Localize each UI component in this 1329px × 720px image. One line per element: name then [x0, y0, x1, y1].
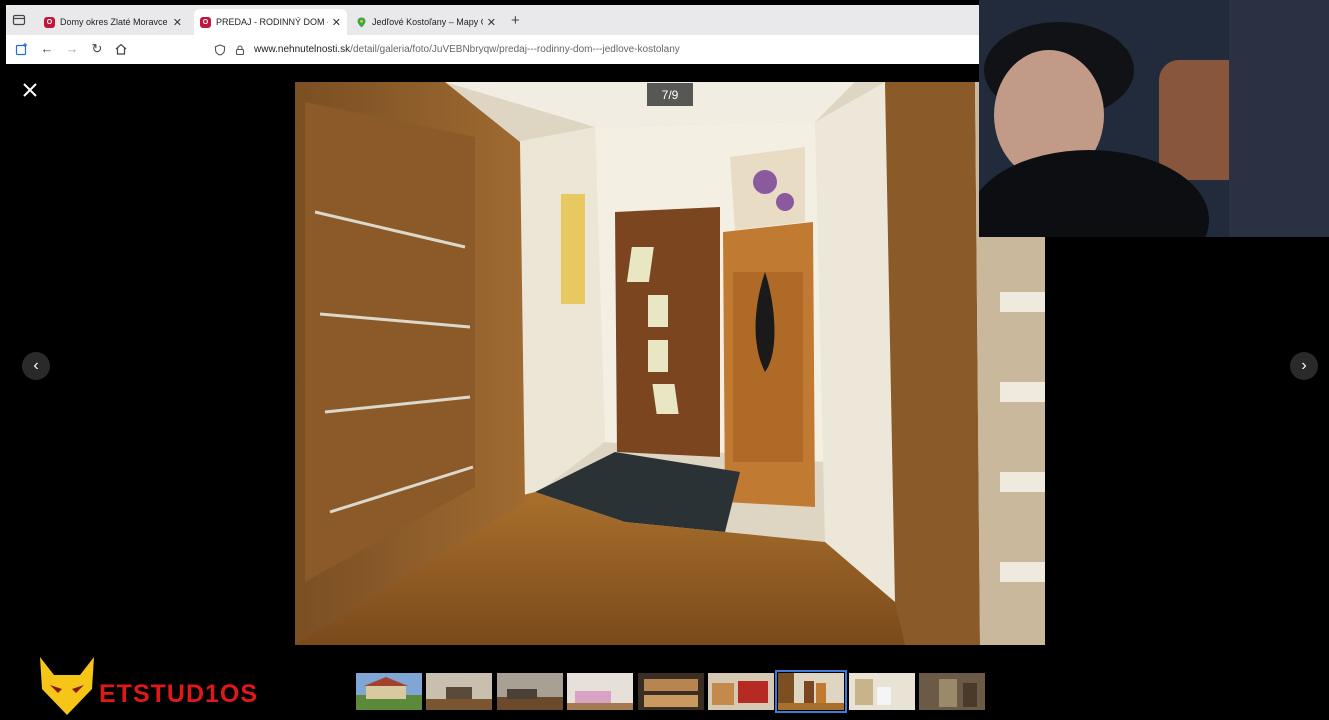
forward-icon[interactable]: →: [65, 42, 79, 56]
thumbnail-bedroom[interactable]: [497, 673, 563, 710]
tab-overview-icon[interactable]: [12, 13, 26, 27]
close-tab-icon[interactable]: ✕: [487, 16, 496, 29]
browser-window: O Domy okres Zlaté Moravce - po ✕ O PRED…: [6, 5, 979, 64]
tab-domy[interactable]: O Domy okres Zlaté Moravce - po ✕: [38, 9, 188, 35]
address-bar[interactable]: www.nehnutelnosti.sk/detail/galeria/foto…: [214, 39, 974, 60]
tab-label: PREDAJ - RODINNÝ DOM - JED: [216, 17, 328, 27]
thumbnail-kitchen[interactable]: [638, 673, 704, 710]
url-host: www.nehnutelnosti.sk: [254, 44, 351, 55]
reload-icon[interactable]: ↻: [90, 42, 104, 56]
thumbnail-boiler-room[interactable]: [919, 673, 985, 710]
home-icon[interactable]: [114, 42, 128, 56]
screen: O Domy okres Zlaté Moravce - po ✕ O PRED…: [0, 0, 1329, 720]
previous-photo-button[interactable]: ‹: [22, 352, 50, 380]
thumbnail-hallway[interactable]: [775, 670, 847, 713]
photo-counter: 7/9: [647, 83, 693, 106]
tab-mapy[interactable]: Jedľové Kostoľany – Mapy Goo ✕: [350, 9, 502, 35]
fox-logo-icon: [40, 657, 94, 715]
next-photo-button[interactable]: ›: [1290, 352, 1318, 380]
lock-icon[interactable]: [234, 44, 246, 56]
close-gallery-button[interactable]: [20, 80, 40, 100]
nehnutelnosti-favicon-icon: O: [200, 16, 211, 28]
google-maps-favicon-icon: [356, 17, 367, 28]
back-icon[interactable]: ←: [40, 42, 54, 56]
tab-label: Domy okres Zlaté Moravce - po: [60, 17, 169, 27]
chevron-right-icon: ›: [1301, 357, 1307, 374]
close-icon: [23, 83, 37, 97]
tab-label: Jedľové Kostoľany – Mapy Goo: [372, 17, 483, 27]
thumbnail-kids-room[interactable]: [567, 673, 633, 710]
logo-text: ETSTUD1OS: [99, 680, 259, 708]
shield-icon[interactable]: [214, 43, 226, 56]
thumbnail-house-exterior[interactable]: [356, 673, 422, 710]
thumbnail-bathroom[interactable]: [849, 673, 915, 710]
new-tab-icon[interactable]: +: [511, 12, 520, 29]
thumbnail-kitchen-red[interactable]: [708, 673, 774, 710]
webcam-overlay: [979, 0, 1329, 237]
close-tab-icon[interactable]: ✕: [173, 16, 182, 29]
new-window-icon[interactable]: [15, 42, 29, 56]
streamer-logo: ETSTUD1OS: [36, 655, 276, 717]
url-path: /detail/galeria/foto/JuVEBNbryqw/predaj-…: [350, 44, 680, 55]
tab-bar: O Domy okres Zlaté Moravce - po ✕ O PRED…: [6, 5, 979, 35]
chevron-left-icon: ‹: [33, 357, 39, 374]
navigation-bar: ← → ↻ www.nehnutelnosti.sk/detail/galeri…: [6, 35, 979, 64]
tab-predaj[interactable]: O PREDAJ - RODINNÝ DOM - JED ✕: [194, 9, 347, 35]
close-tab-icon[interactable]: ✕: [332, 16, 341, 29]
gallery-photo[interactable]: [295, 82, 1045, 645]
nehnutelnosti-favicon-icon: O: [44, 16, 55, 28]
thumbnail-living-room[interactable]: [426, 673, 492, 710]
